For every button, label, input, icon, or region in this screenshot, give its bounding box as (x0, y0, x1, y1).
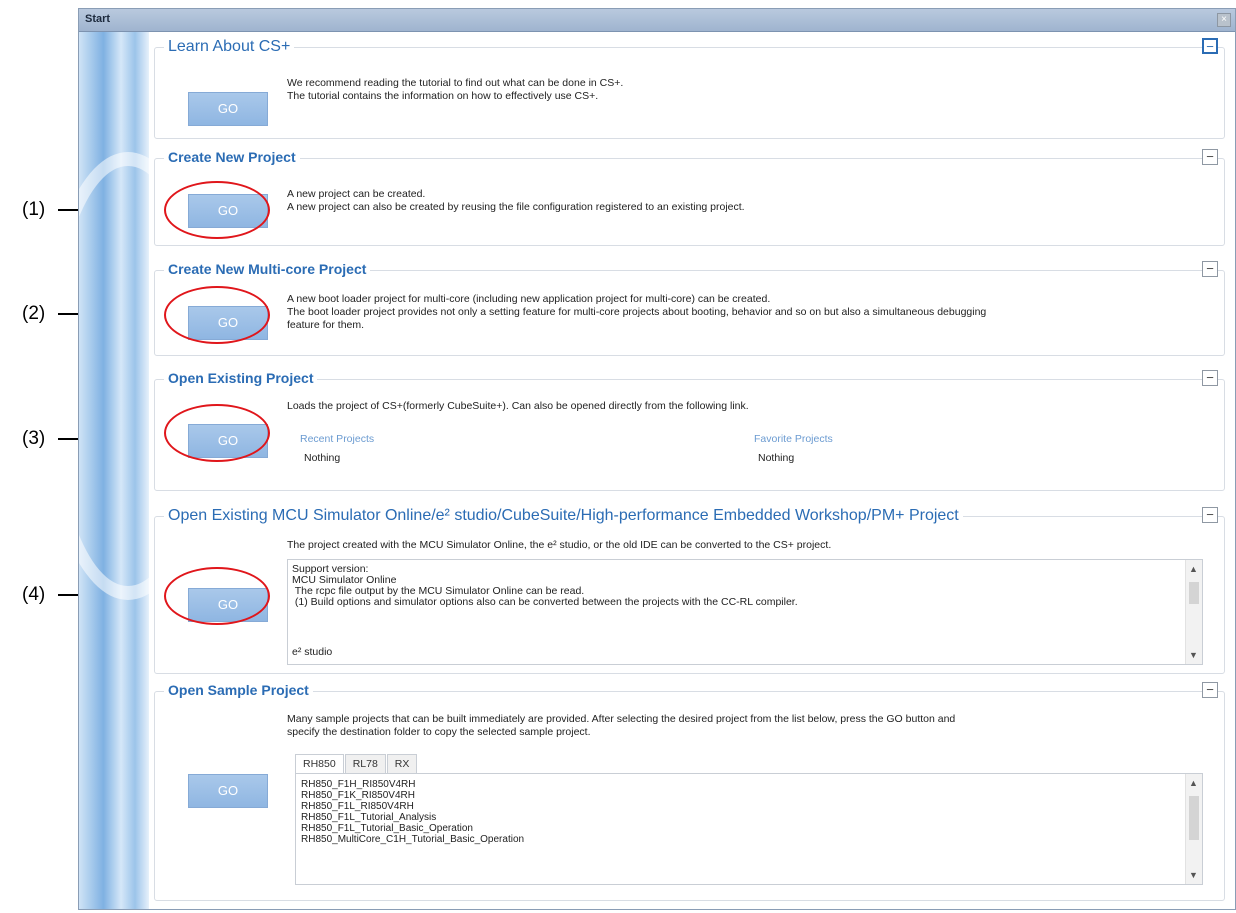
section-convert-project: Open Existing MCU Simulator Online/e² st… (154, 507, 1225, 674)
window-title: Start (85, 13, 111, 25)
title-bar: Start × (79, 9, 1235, 32)
section-title-convert: Open Existing MCU Simulator Online/e² st… (164, 507, 963, 525)
highlight-ring-1 (164, 181, 270, 239)
scroll-down-icon[interactable]: ▼ (1189, 650, 1198, 660)
existing-desc: Loads the project of CS+(formerly CubeSu… (287, 400, 749, 412)
convert-desc: The project created with the MCU Simulat… (287, 539, 832, 551)
list-item[interactable]: RH850_F1K_RI850V4RH (301, 790, 524, 801)
scroll-down-icon[interactable]: ▼ (1189, 870, 1198, 880)
go-sample-button[interactable]: GO (188, 774, 268, 808)
collapse-sample-button[interactable]: − (1202, 682, 1218, 698)
start-window: Start × Learn About CS+ − GO We recommen… (78, 8, 1236, 910)
recent-projects-label: Recent Projects (300, 433, 375, 445)
multicore-desc-line-3: feature for them. (287, 319, 365, 331)
list-item[interactable]: RH850_MultiCore_C1H_Tutorial_Basic_Opera… (301, 834, 524, 845)
go-learn-button[interactable]: GO (188, 92, 268, 126)
highlight-ring-4 (164, 567, 270, 625)
section-open-existing-project: Open Existing Project − GO Loads the pro… (154, 370, 1225, 491)
collapse-existing-button[interactable]: − (1202, 370, 1218, 386)
collapse-learn-button[interactable]: − (1202, 38, 1218, 54)
section-learn-about: Learn About CS+ − GO We recommend readin… (154, 38, 1225, 139)
scroll-up-icon[interactable]: ▲ (1189, 564, 1198, 574)
tab-rl78[interactable]: RL78 (344, 754, 386, 773)
scroll-thumb[interactable] (1189, 582, 1199, 604)
collapse-new-project-button[interactable]: − (1202, 149, 1218, 165)
highlight-ring-2 (164, 286, 270, 344)
list-item[interactable]: RH850_F1L_RI850V4RH (301, 801, 524, 812)
sample-list-scrollbar[interactable]: ▲ ▼ (1185, 774, 1202, 884)
decorative-sidebar (79, 32, 217, 909)
section-title-learn: Learn About CS+ (164, 38, 295, 56)
tab-rx[interactable]: RX (386, 754, 418, 773)
list-item[interactable]: RH850_F1L_Tutorial_Analysis (301, 812, 524, 823)
favorite-projects-label: Favorite Projects (754, 433, 833, 445)
sample-tabs: RH850 RL78 RX (295, 754, 418, 774)
scroll-thumb[interactable] (1189, 796, 1199, 840)
new-project-desc-line-1: A new project can be created. (287, 188, 426, 200)
learn-desc-line-2: The tutorial contains the information on… (287, 90, 599, 102)
section-title-multicore: Create New Multi-core Project (164, 261, 371, 277)
list-item[interactable]: RH850_F1H_RI850V4RH (301, 779, 524, 790)
section-create-new-project: Create New Project − GO A new project ca… (154, 149, 1225, 246)
new-project-desc-line-2: A new project can also be created by reu… (287, 201, 745, 213)
highlight-ring-3 (164, 404, 270, 462)
section-create-multicore-project: Create New Multi-core Project − GO A new… (154, 261, 1225, 356)
tab-rh850[interactable]: RH850 (295, 754, 344, 774)
support-line-4: (1) Build options and simulator options … (292, 596, 798, 608)
learn-desc-line-1: We recommend reading the tutorial to fin… (287, 77, 624, 89)
support-scrollbar[interactable]: ▲ ▼ (1185, 560, 1202, 664)
section-title-existing: Open Existing Project (164, 370, 318, 386)
sample-project-list[interactable]: RH850_F1H_RI850V4RH RH850_F1K_RI850V4RH … (295, 773, 1203, 885)
section-title-new-project: Create New Project (164, 149, 300, 165)
sample-desc-line-1: Many sample projects that can be built i… (287, 713, 956, 725)
sample-list-items: RH850_F1H_RI850V4RH RH850_F1K_RI850V4RH … (301, 779, 524, 845)
scroll-up-icon[interactable]: ▲ (1189, 778, 1198, 788)
section-title-sample: Open Sample Project (164, 682, 313, 698)
support-line-6: e² studio (292, 646, 333, 658)
collapse-multicore-button[interactable]: − (1202, 261, 1218, 277)
section-open-sample-project: Open Sample Project − GO Many sample pro… (154, 682, 1225, 901)
multicore-desc-line-1: A new boot loader project for multi-core… (287, 293, 771, 305)
close-icon[interactable]: × (1217, 13, 1231, 27)
collapse-convert-button[interactable]: − (1202, 507, 1218, 523)
recent-projects-value: Nothing (304, 452, 341, 464)
multicore-desc-line-2: The boot loader project provides not onl… (287, 306, 987, 318)
favorite-projects-value: Nothing (758, 452, 795, 464)
support-info-box[interactable]: Support version: MCU Simulator Online Th… (287, 559, 1203, 665)
sample-desc-line-2: specify the destination folder to copy t… (287, 726, 591, 738)
list-item[interactable]: RH850_F1L_Tutorial_Basic_Operation (301, 823, 524, 834)
